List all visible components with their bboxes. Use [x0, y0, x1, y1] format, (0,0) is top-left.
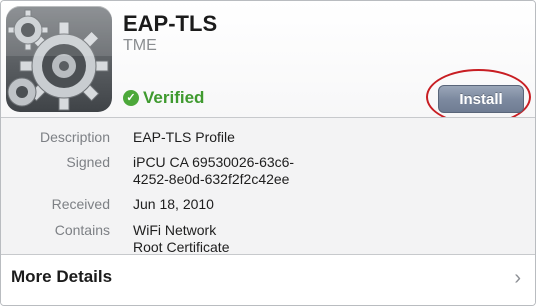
settings-gears-icon	[6, 6, 112, 112]
detail-value-line: iPCU CA 69530026-63c6-	[133, 154, 295, 170]
chevron-right-icon: ›	[514, 267, 521, 289]
profile-subtitle: TME	[123, 37, 157, 54]
detail-label: Contains	[54, 222, 110, 238]
detail-label: Description	[39, 129, 110, 145]
verified-status: ✓ Verified	[123, 88, 204, 108]
install-button[interactable]: Install	[438, 85, 524, 113]
detail-value-line: WiFi Network	[133, 222, 217, 238]
detail-label: Signed	[66, 154, 110, 170]
detail-value: iPCU CA 69530026-63c6- 4252-8e0d-632f2f2…	[133, 154, 294, 188]
profile-details: Description EAP-TLS Profile Signed iPCU …	[1, 118, 535, 256]
verified-label: Verified	[143, 88, 205, 107]
detail-value-line: 4252-8e0d-632f2f2c42ee	[133, 171, 290, 187]
more-details-label: More Details	[11, 267, 113, 286]
detail-value-line: Root Certificate	[133, 239, 230, 255]
detail-label: Received	[51, 196, 110, 212]
detail-value: Jun 18, 2010	[133, 196, 214, 212]
detail-value: EAP-TLS Profile	[133, 129, 235, 145]
profile-title: EAP-TLS	[123, 11, 218, 36]
profile-card: EAP-TLS TME ✓ Verified Install Descripti…	[0, 0, 536, 306]
profile-header: EAP-TLS TME ✓ Verified Install	[1, 1, 535, 125]
detail-value: WiFi Network Root Certificate	[133, 222, 229, 256]
more-details-row[interactable]: More Details ›	[1, 255, 535, 305]
checkmark-circle-icon: ✓	[123, 90, 139, 106]
